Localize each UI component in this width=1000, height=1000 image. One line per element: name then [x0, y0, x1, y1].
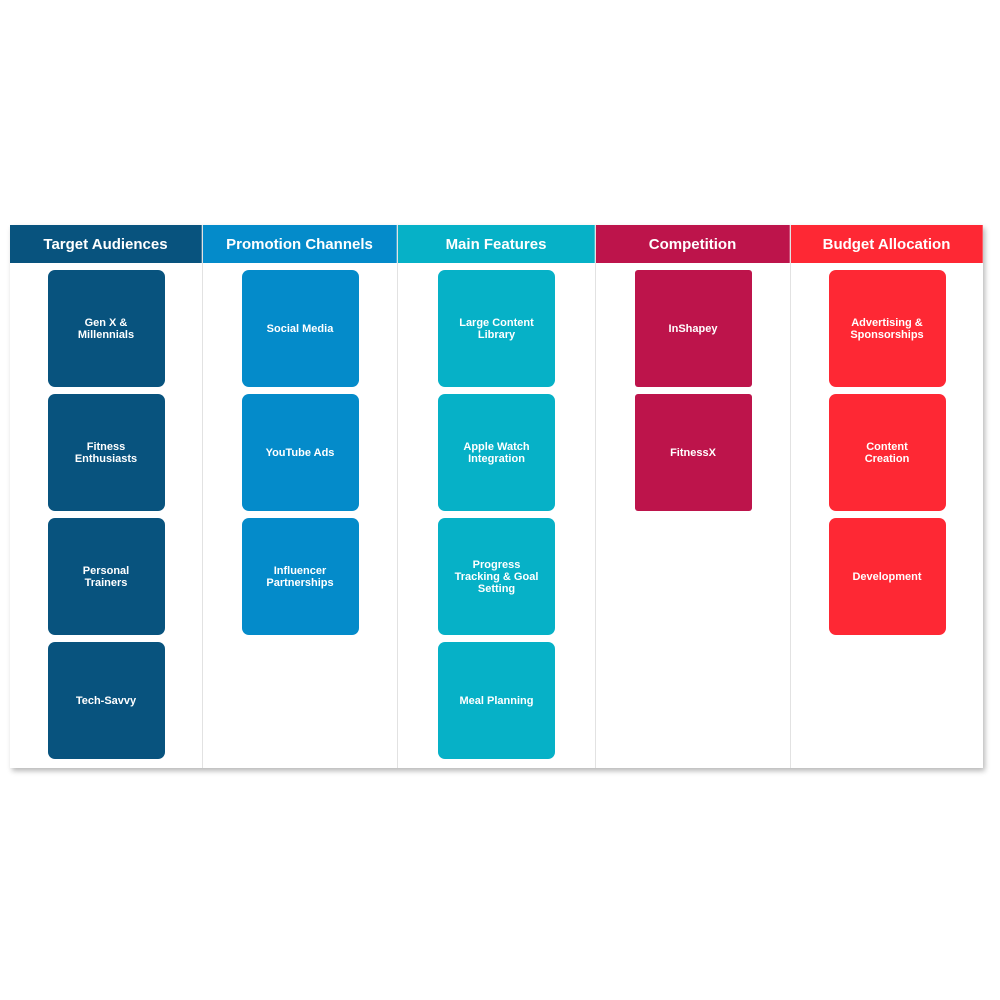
card-label: Social Media — [266, 322, 334, 335]
card[interactable]: Social Media — [241, 270, 359, 387]
card-list: Large Content Library Apple Watch Integra… — [398, 263, 595, 766]
column-header[interactable]: Main Features — [398, 225, 595, 263]
card-label: Progress Tracking & Goal Setting — [454, 558, 539, 595]
card-label: YouTube Ads — [265, 446, 335, 459]
card-label: Content Creation — [864, 440, 910, 465]
card-label: Development — [852, 570, 922, 583]
card[interactable]: YouTube Ads — [241, 394, 359, 511]
column-budget-allocation: Budget Allocation Advertising & Sponsors… — [791, 225, 983, 768]
card-label: InShapey — [668, 322, 718, 335]
card[interactable]: FitnessX — [634, 394, 752, 511]
card[interactable]: Tech-Savvy — [47, 642, 165, 759]
card-label: Meal Planning — [459, 694, 534, 707]
card-list: Advertising & Sponsorships Content Creati… — [791, 263, 983, 642]
card-label: Large Content Library — [459, 316, 534, 341]
column-target-audiences: Target Audiences Gen X & Millennials Fitn… — [10, 225, 203, 768]
kanban-board: Target Audiences Gen X & Millennials Fitn… — [10, 225, 983, 768]
card[interactable]: Meal Planning — [438, 642, 555, 759]
column-header[interactable]: Competition — [596, 225, 790, 263]
card-label: Tech-Savvy — [75, 694, 137, 707]
card-label: Gen X & Millennials — [77, 316, 135, 341]
card[interactable]: Development — [828, 518, 946, 635]
card-list: InShapey FitnessX — [596, 263, 790, 518]
card[interactable]: Personal Trainers — [47, 518, 165, 635]
card[interactable]: Fitness Enthusiasts — [47, 394, 165, 511]
card[interactable]: Influencer Partnerships — [241, 518, 359, 635]
column-header[interactable]: Budget Allocation — [791, 225, 983, 263]
card[interactable]: Apple Watch Integration — [438, 394, 555, 511]
card[interactable]: Advertising & Sponsorships — [828, 270, 946, 387]
card-label: Influencer Partnerships — [266, 564, 334, 589]
card-label: Advertising & Sponsorships — [850, 316, 924, 341]
card-label: Apple Watch Integration — [463, 440, 530, 465]
card[interactable]: Gen X & Millennials — [47, 270, 165, 387]
card[interactable]: Progress Tracking & Goal Setting — [438, 518, 555, 635]
card[interactable]: InShapey — [634, 270, 752, 387]
card-label: Personal Trainers — [82, 564, 130, 589]
card-list: Gen X & Millennials Fitness Enthusiasts Pe… — [10, 263, 202, 766]
card-label: FitnessX — [670, 446, 716, 459]
column-header[interactable]: Promotion Channels — [203, 225, 397, 263]
card-label: Fitness Enthusiasts — [74, 440, 138, 465]
column-header[interactable]: Target Audiences — [10, 225, 202, 263]
column-competition: Competition InShapey FitnessX — [596, 225, 791, 768]
card-list: Social Media YouTube Ads Influencer Partne… — [203, 263, 397, 642]
card[interactable]: Large Content Library — [438, 270, 555, 387]
card[interactable]: Content Creation — [828, 394, 946, 511]
column-main-features: Main Features Large Content Library Apple… — [398, 225, 596, 768]
column-promotion-channels: Promotion Channels Social Media YouTube A… — [203, 225, 398, 768]
